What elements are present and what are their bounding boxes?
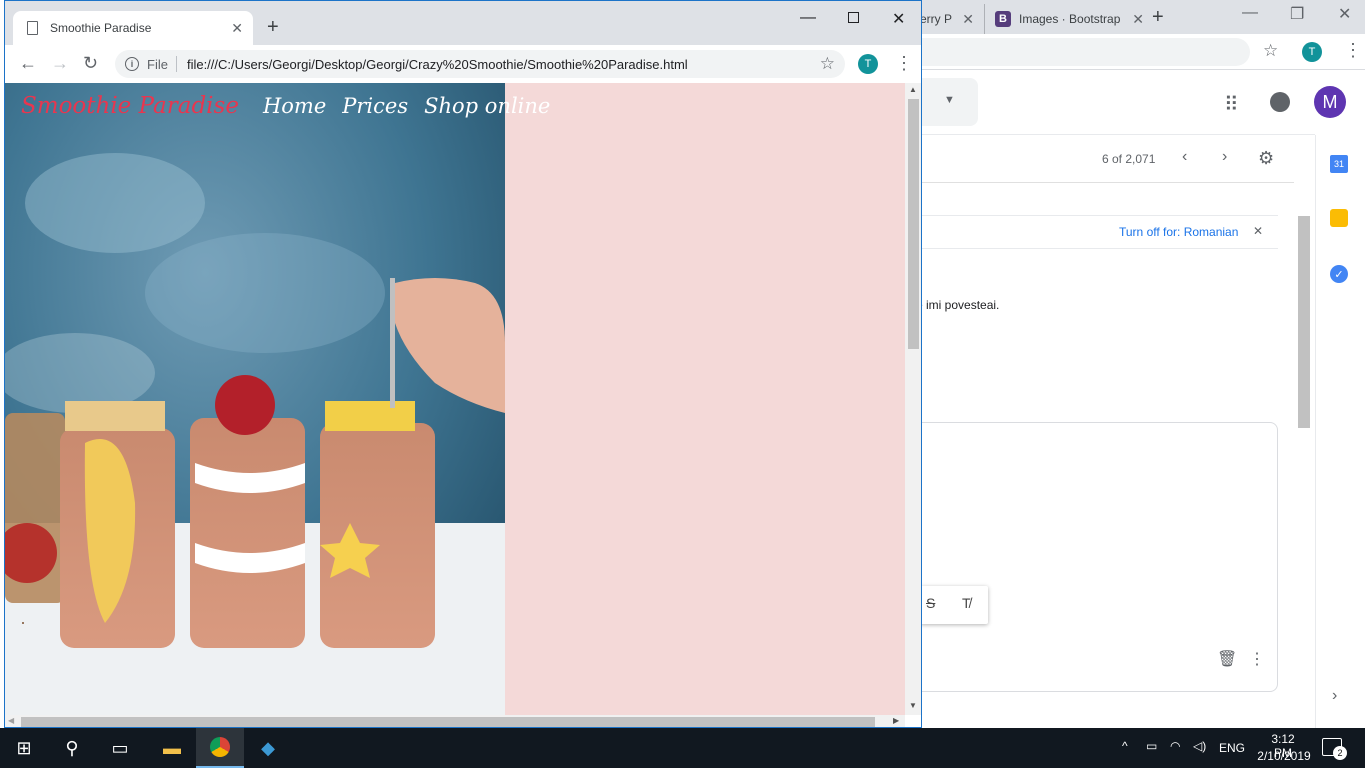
back-arrow-icon[interactable]: ← [19,53,37,74]
clock-date[interactable]: 2/10/2019 [1256,749,1312,763]
page-file-icon [27,21,38,35]
restore-icon[interactable]: ❐ [1290,4,1304,24]
tasks-icon[interactable]: ✓ [1330,265,1348,283]
chrome-icon[interactable] [196,728,244,768]
background-tab-2-label: Images · Bootstrap [1019,12,1121,26]
profile-avatar[interactable]: T [1302,42,1322,62]
close-tab-icon[interactable]: ✕ [231,20,243,37]
windows-taskbar: ⊞ ⚲ ▭ ▬ ◆ ^ ▭ ◠ ◁) ENG 3:12 PM 2/10/2019… [0,728,1365,768]
volume-icon[interactable]: ◁) [1193,739,1206,753]
tab-title: Smoothie Paradise [50,21,152,35]
reply-compose-box[interactable]: 🗑 ⋮ [910,422,1278,692]
smoothie-photo [5,83,505,715]
site-navbar: Smoothie Paradise Home Prices Shop onlin… [5,93,566,119]
nav-prices[interactable]: Prices [342,94,408,118]
gmail-search-bar[interactable]: ▼ [920,78,978,126]
bookmark-star-icon[interactable]: ☆ [1263,41,1278,61]
smoothie-hero-image [5,83,505,715]
nav-home[interactable]: Home [263,94,326,118]
notification-count: 2 [1333,746,1347,760]
more-options-icon[interactable]: ⋮ [1249,649,1265,669]
address-bar[interactable]: i File file:///C:/Users/Georgi/Desktop/G… [115,50,845,78]
url-text[interactable]: file:///C:/Users/Georgi/Desktop/Georgi/C… [187,57,688,72]
apps-grid-icon[interactable]: ⠿ [1224,92,1239,117]
bookmark-star-icon[interactable]: ☆ [820,54,835,74]
tab-strip: Smoothie Paradise ✕ + — ✕ [5,1,921,45]
nav-shop-online[interactable]: Shop online [424,94,550,118]
header-divider [920,134,1315,135]
calendar-icon[interactable]: 31 [1330,155,1348,173]
address-separator [175,56,177,72]
translate-turn-off-link[interactable]: Turn off for: Romanian [1119,225,1238,239]
next-message-icon[interactable]: › [1222,148,1227,166]
formatting-popup: S T̸ [920,586,988,624]
scroll-down-icon[interactable]: ▼ [909,701,917,710]
language-indicator[interactable]: ENG [1219,741,1245,755]
horizontal-scrollbar-thumb[interactable] [21,717,875,727]
horizontal-scrollbar[interactable]: ◀ ▶ [5,715,905,727]
maximize-icon[interactable] [848,12,859,23]
minimize-icon[interactable]: — [1242,4,1258,22]
background-tab-1-label: erry P [920,12,953,26]
search-icon[interactable]: ⚲ [48,728,96,768]
background-browser-window: erry P ✕ B Images · Bootstrap ✕ + — ❐ ✕ … [910,0,1365,728]
scroll-up-icon[interactable]: ▲ [909,85,917,94]
active-tab[interactable]: Smoothie Paradise ✕ [13,11,253,45]
close-icon[interactable]: ✕ [1132,11,1144,28]
remove-formatting-icon[interactable]: T̸ [962,595,971,611]
file-explorer-icon[interactable]: ▬ [148,728,196,768]
info-icon[interactable]: i [125,57,139,71]
notifications-icon[interactable] [1270,92,1290,112]
profile-avatar[interactable]: T [858,54,878,74]
browser-toolbar: ← → ↻ i File file:///C:/Users/Georgi/Des… [5,45,921,83]
site-brand[interactable]: Smoothie Paradise [21,93,239,119]
message-body-text: e imi povesteai. [916,298,1000,312]
translate-divider-bottom [920,248,1278,249]
new-tab-icon[interactable]: + [267,16,279,39]
forward-arrow-icon[interactable]: → [51,53,69,74]
gmail-scrollbar-thumb[interactable] [1298,216,1310,428]
vertical-scrollbar-thumb[interactable] [908,99,919,349]
task-view-icon[interactable]: ▭ [96,728,144,768]
prev-message-icon[interactable]: ‹ [1182,148,1187,166]
background-tab-strip: erry P ✕ B Images · Bootstrap ✕ + — ❐ ✕ [920,0,1365,34]
scroll-right-icon[interactable]: ▶ [893,716,899,725]
wifi-icon[interactable]: ◠ [1170,739,1180,753]
page-viewport: Smoothie Paradise Home Prices Shop onlin… [5,83,905,715]
strikethrough-icon[interactable]: S [926,595,935,611]
menu-icon[interactable]: ⋮ [895,53,913,74]
close-window-icon[interactable]: ✕ [892,9,905,29]
search-options-icon[interactable]: ▼ [944,94,955,106]
battery-icon[interactable]: ▭ [1146,739,1157,753]
background-toolbar: ☆ T ⋮ [920,34,1365,70]
bootstrap-icon: B [995,11,1011,27]
new-tab-icon[interactable]: + [1152,6,1164,29]
close-icon[interactable]: ✕ [962,11,974,28]
background-address-bar[interactable] [920,38,1250,66]
tray-chevron-icon[interactable]: ^ [1122,739,1128,753]
scroll-left-icon[interactable]: ◀ [8,716,14,725]
keep-icon[interactable] [1330,209,1348,227]
start-icon[interactable]: ⊞ [0,728,48,768]
expand-panel-icon[interactable]: › [1332,687,1337,705]
reload-icon[interactable]: ↻ [83,53,98,74]
discard-trash-icon[interactable]: 🗑 [1217,649,1237,669]
scheme-label: File [147,56,168,72]
settings-gear-icon[interactable]: ⚙ [1258,148,1274,169]
foreground-browser-window: Smoothie Paradise ✕ + — ✕ ← → ↻ i File f… [4,0,922,728]
background-tab-1[interactable]: erry P ✕ [920,4,982,34]
message-pager: 6 of 2,071 [1102,152,1156,166]
close-window-icon[interactable]: ✕ [1338,4,1351,24]
vertical-scrollbar[interactable]: ▲ ▼ [905,83,921,715]
gmail-side-panel: 31 ✓ › [1315,135,1365,728]
translate-divider-top [920,215,1278,216]
gmail-account-avatar[interactable]: M [1314,86,1346,118]
background-tab-2[interactable]: B Images · Bootstrap ✕ [984,4,1152,34]
close-translate-icon[interactable]: ✕ [1253,224,1263,238]
minimize-icon[interactable]: — [800,9,816,27]
menu-icon[interactable]: ⋮ [1344,40,1362,61]
vscode-icon[interactable]: ◆ [244,728,292,768]
toolbar-divider [920,182,1294,183]
